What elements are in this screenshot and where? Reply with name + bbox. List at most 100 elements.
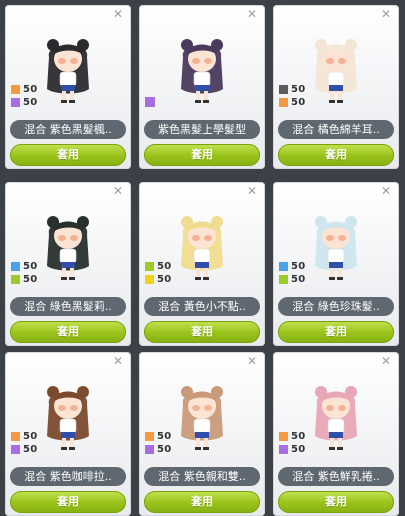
hair-item-card: ✕ 50 50 混合 紫色黑髮楓.. 套用 <box>5 5 131 169</box>
mix-ratio-value: 50 <box>291 97 306 108</box>
hair-name-label: 混合 紫色親和雙.. <box>144 467 260 486</box>
hair-name-label: 混合 綠色黑髮莉.. <box>10 297 126 316</box>
color-swatch <box>145 445 154 454</box>
apply-button[interactable]: 套用 <box>278 491 394 513</box>
character-preview-image <box>167 27 237 113</box>
hair-coupon-grid: ✕ 50 50 混合 紫色黑髮楓.. 套用 ✕ 紫色黑髮上學髮型 套用 ✕ 50… <box>0 0 405 516</box>
color-swatch <box>11 85 20 94</box>
hair-name-label: 混合 橘色綿羊耳.. <box>278 120 394 139</box>
character-preview-image <box>301 27 371 113</box>
close-icon[interactable]: ✕ <box>380 355 392 367</box>
mix-ratio-value: 50 <box>23 431 38 442</box>
color-swatch <box>279 432 288 441</box>
hair-name-label: 混合 紫色鮮乳捲.. <box>278 467 394 486</box>
hair-item-card: ✕ 紫色黑髮上學髮型 套用 <box>139 5 265 169</box>
character-preview-image <box>33 374 103 460</box>
mix-ratio-row: 50 <box>279 96 306 109</box>
apply-button[interactable]: 套用 <box>144 321 260 343</box>
mix-ratio-row: 50 <box>279 430 306 443</box>
mix-ratio-value: 50 <box>291 274 306 285</box>
hair-item-card: ✕ 50 50 混合 紫色鮮乳捲.. 套用 <box>273 352 399 516</box>
character-preview-image <box>33 204 103 290</box>
mix-ratio-value: 50 <box>23 261 38 272</box>
color-swatch <box>279 85 288 94</box>
mix-ratio-value: 50 <box>23 274 38 285</box>
color-swatch <box>145 432 154 441</box>
color-swatch <box>145 97 155 107</box>
apply-button[interactable]: 套用 <box>278 144 394 166</box>
mix-ratio-value: 50 <box>23 97 38 108</box>
color-swatch <box>11 98 20 107</box>
close-icon[interactable]: ✕ <box>246 8 258 20</box>
hair-name-label: 混合 綠色珍珠髮.. <box>278 297 394 316</box>
close-icon[interactable]: ✕ <box>112 355 124 367</box>
color-swatch <box>145 262 154 271</box>
mix-ratio-value: 50 <box>157 431 172 442</box>
mix-ratio-value: 50 <box>291 431 306 442</box>
mix-ratio-list: 50 50 <box>11 83 38 109</box>
character-preview-image <box>301 374 371 460</box>
mix-ratio-list: 50 50 <box>145 430 172 456</box>
mix-ratio-list: 50 50 <box>279 83 306 109</box>
mix-ratio-value: 50 <box>291 261 306 272</box>
character-preview-image <box>301 204 371 290</box>
mix-ratio-row: 50 <box>11 273 38 286</box>
mix-ratio-row: 50 <box>11 430 38 443</box>
mix-ratio-list: 50 50 <box>145 260 172 286</box>
mix-ratio-row: 50 <box>11 443 38 456</box>
mix-ratio-list: 50 50 <box>279 430 306 456</box>
color-swatch <box>11 445 20 454</box>
hair-name-label: 混合 黃色小不點.. <box>144 297 260 316</box>
mix-ratio-list: 50 50 <box>11 260 38 286</box>
mix-ratio-row: 50 <box>145 260 172 273</box>
close-icon[interactable]: ✕ <box>380 8 392 20</box>
close-icon[interactable]: ✕ <box>112 8 124 20</box>
apply-button[interactable]: 套用 <box>144 491 260 513</box>
apply-button[interactable]: 套用 <box>10 321 126 343</box>
mix-ratio-row: 50 <box>145 443 172 456</box>
mix-ratio-value: 50 <box>157 444 172 455</box>
color-swatch <box>145 275 154 284</box>
mix-ratio-row: 50 <box>279 83 306 96</box>
hair-item-card: ✕ 50 50 混合 紫色親和雙.. 套用 <box>139 352 265 516</box>
color-swatch <box>11 432 20 441</box>
mix-ratio-value: 50 <box>157 274 172 285</box>
mix-ratio-value: 50 <box>291 444 306 455</box>
mix-ratio-row: 50 <box>145 273 172 286</box>
hair-item-card: ✕ 50 50 混合 紫色咖啡拉.. 套用 <box>5 352 131 516</box>
mix-ratio-row: 50 <box>11 260 38 273</box>
mix-ratio-value: 50 <box>23 84 38 95</box>
mix-ratio-row: 50 <box>11 96 38 109</box>
color-swatch <box>11 262 20 271</box>
close-icon[interactable]: ✕ <box>246 355 258 367</box>
color-swatch <box>11 275 20 284</box>
hair-name-label: 混合 紫色黑髮楓.. <box>10 120 126 139</box>
hair-item-card: ✕ 50 50 混合 綠色黑髮莉.. 套用 <box>5 182 131 346</box>
hair-item-card: ✕ 50 50 混合 綠色珍珠髮.. 套用 <box>273 182 399 346</box>
mix-ratio-row: 50 <box>279 273 306 286</box>
mix-ratio-value: 50 <box>23 444 38 455</box>
mix-ratio-list: 50 50 <box>11 430 38 456</box>
apply-button[interactable]: 套用 <box>10 144 126 166</box>
apply-button[interactable]: 套用 <box>278 321 394 343</box>
character-preview-image <box>167 374 237 460</box>
apply-button[interactable]: 套用 <box>144 144 260 166</box>
color-swatch <box>279 445 288 454</box>
hair-item-card: ✕ 50 50 混合 橘色綿羊耳.. 套用 <box>273 5 399 169</box>
character-preview-image <box>33 27 103 113</box>
mix-ratio-row: 50 <box>11 83 38 96</box>
color-swatch <box>279 262 288 271</box>
mix-ratio-row: 50 <box>279 260 306 273</box>
mix-ratio-list: 50 50 <box>279 260 306 286</box>
mix-ratio-value: 50 <box>291 84 306 95</box>
hair-item-card: ✕ 50 50 混合 黃色小不點.. 套用 <box>139 182 265 346</box>
mix-ratio-value: 50 <box>157 261 172 272</box>
character-preview-image <box>167 204 237 290</box>
apply-button[interactable]: 套用 <box>10 491 126 513</box>
mix-ratio-row: 50 <box>279 443 306 456</box>
hair-name-label: 混合 紫色咖啡拉.. <box>10 467 126 486</box>
close-icon[interactable]: ✕ <box>380 185 392 197</box>
close-icon[interactable]: ✕ <box>112 185 124 197</box>
close-icon[interactable]: ✕ <box>246 185 258 197</box>
mix-ratio-row: 50 <box>145 430 172 443</box>
